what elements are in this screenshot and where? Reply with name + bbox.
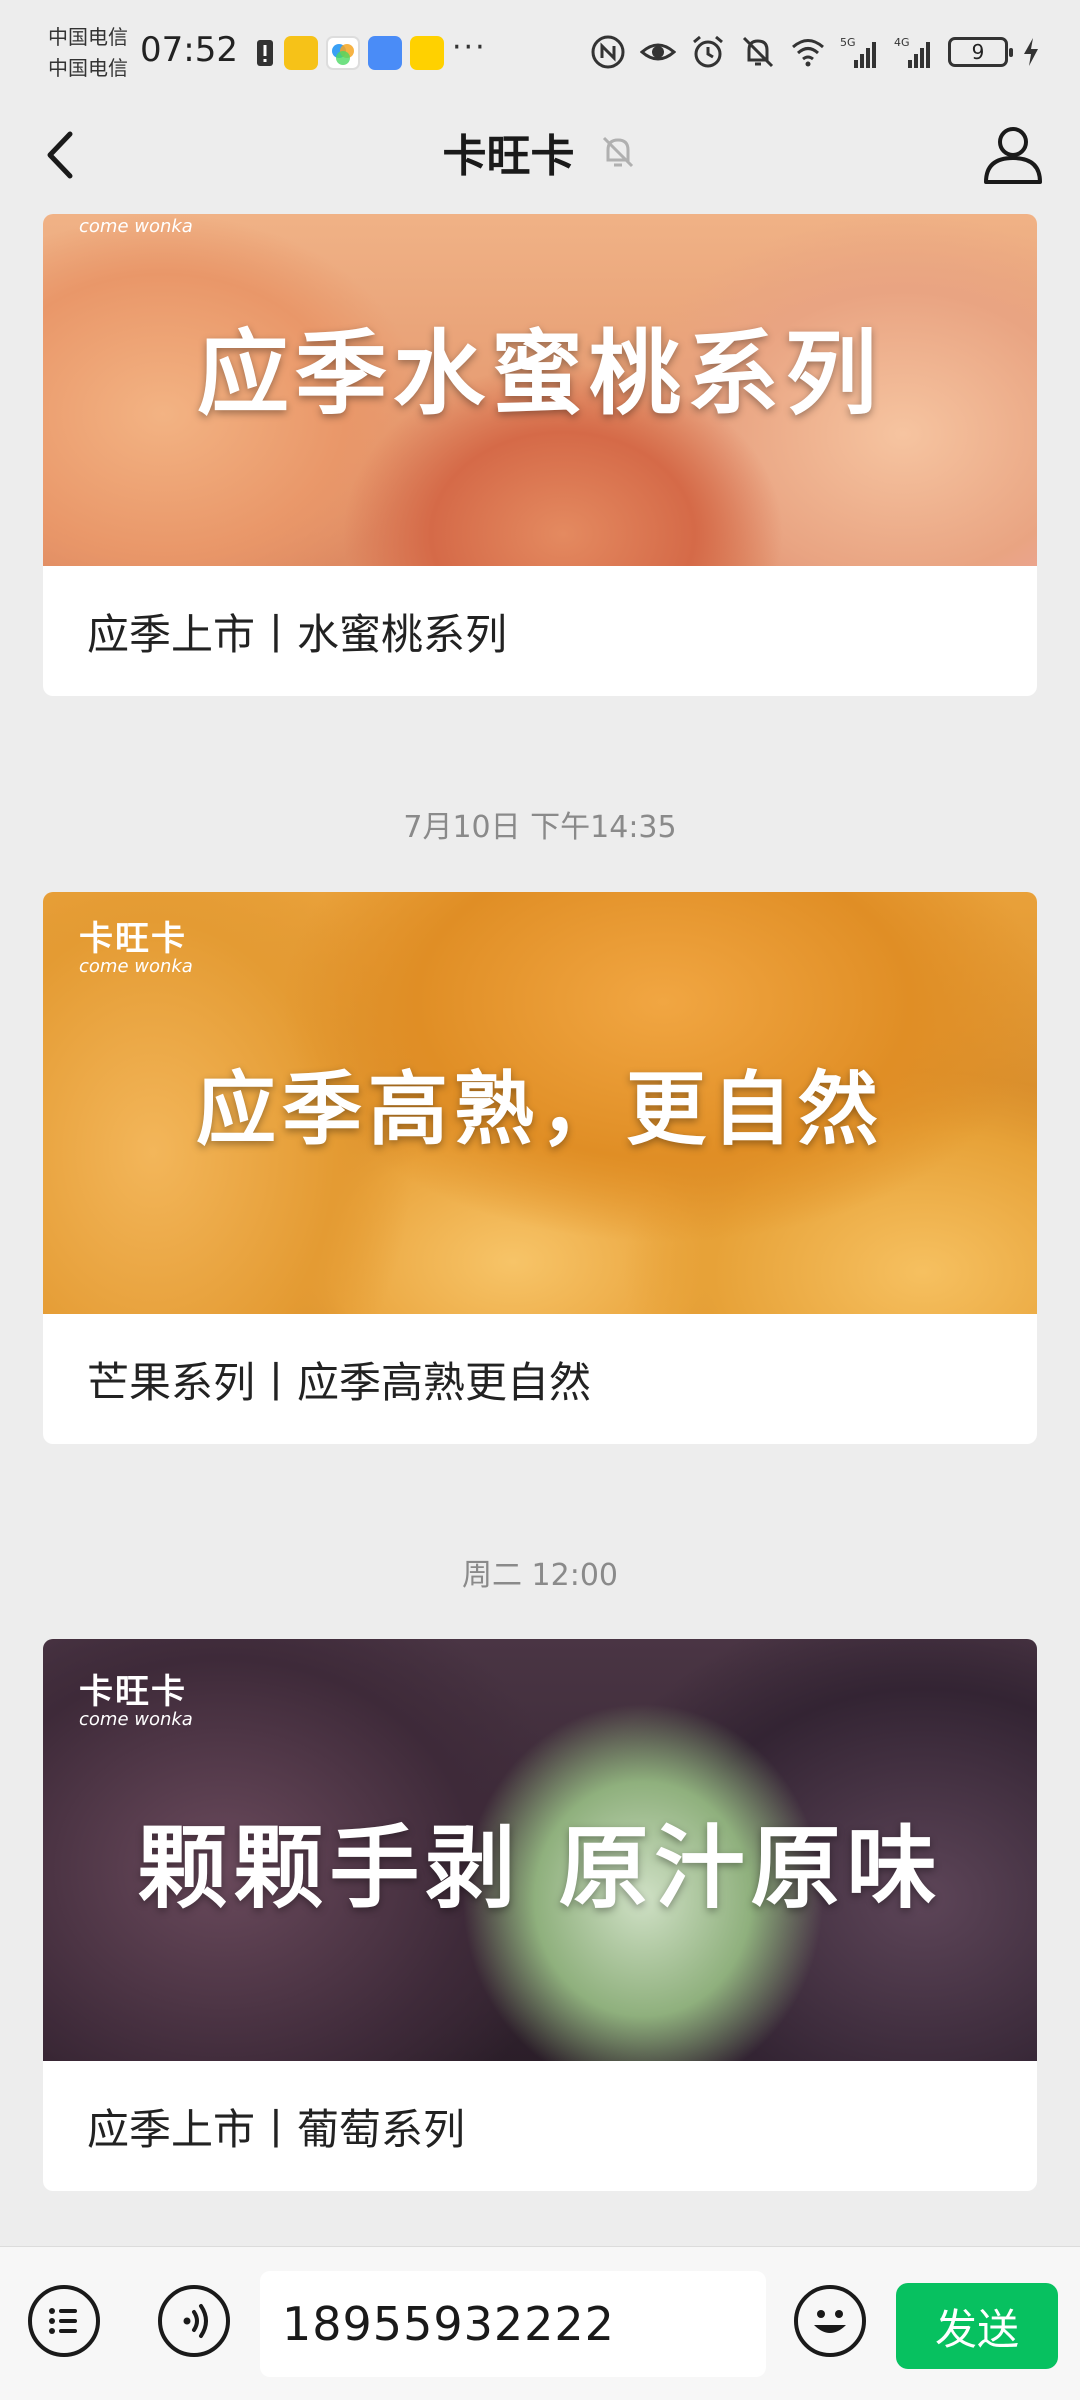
- status-icons: 5G 4G 9: [590, 30, 1040, 74]
- article-image-peach: come wonka 应季水蜜桃系列: [43, 214, 1037, 566]
- svg-text:4G: 4G: [894, 36, 910, 49]
- person-icon: [984, 127, 1042, 184]
- article-image-mango: 卡旺卡 come wonka 应季高熟，更自然: [43, 892, 1037, 1314]
- voice-icon: [183, 2304, 208, 2338]
- app-photos-icon: [326, 36, 360, 70]
- input-bar: 18955932222 发送: [0, 2246, 1080, 2400]
- title-area: 卡旺卡: [0, 120, 1080, 184]
- alert-icon: [257, 40, 273, 66]
- status-bar: 中国电信 中国电信 07:52 ··· 5G 4G 9: [0, 0, 1080, 100]
- message-timestamp: 周二 12:00: [462, 1558, 618, 1593]
- article-card[interactable]: 卡旺卡 come wonka 应季高熟，更自然 芒果系列丨应季高熟更自然: [43, 892, 1037, 1444]
- app-mail-icon: [368, 36, 402, 70]
- list-menu-icon: [49, 2308, 77, 2334]
- signal-5g-icon: 5G: [840, 36, 876, 68]
- article-image-grape: 卡旺卡 come wonka 颗颗手剥 原汁原味: [43, 1639, 1037, 2061]
- charging-icon: [1024, 38, 1038, 66]
- message-timestamp: 7月10日 下午14:35: [403, 810, 677, 845]
- brand-logo: 卡旺卡 come wonka: [79, 919, 193, 977]
- page-title: 卡旺卡: [442, 131, 575, 182]
- brand-logo: come wonka: [79, 216, 193, 237]
- app-taobao-icon: [284, 36, 318, 70]
- svg-text:5G: 5G: [840, 36, 856, 49]
- menu-button[interactable]: [28, 2285, 100, 2357]
- message-input[interactable]: 18955932222: [260, 2271, 766, 2377]
- carrier-1: 中国电信: [48, 25, 128, 49]
- wifi-icon: [792, 39, 824, 67]
- image-headline: 应季高熟，更自然: [196, 1062, 884, 1156]
- image-headline: 颗颗手剥 原汁原味: [137, 1815, 943, 1921]
- article-title: 应季上市丨水蜜桃系列: [87, 609, 508, 659]
- signal-4g-icon: 4G: [894, 36, 930, 68]
- image-headline: 应季水蜜桃系列: [196, 319, 883, 428]
- status-time: 07:52: [140, 30, 238, 70]
- send-button[interactable]: 发送: [896, 2283, 1058, 2369]
- eye-icon: [640, 43, 676, 61]
- brand-logo: 卡旺卡 come wonka: [79, 1672, 193, 1730]
- chat-header: 卡旺卡: [0, 100, 1080, 214]
- emoji-icon: [814, 2310, 846, 2333]
- mute-bell-icon: [742, 36, 774, 68]
- article-card[interactable]: 卡旺卡 come wonka 颗颗手剥 原汁原味 应季上市丨葡萄系列: [43, 1639, 1037, 2191]
- app-meituan-icon: [410, 36, 444, 70]
- article-card[interactable]: come wonka 应季水蜜桃系列 应季上市丨水蜜桃系列: [43, 214, 1037, 696]
- emoji-button[interactable]: [794, 2285, 866, 2357]
- more-notifications: ···: [452, 30, 487, 65]
- alarm-icon: [693, 35, 723, 68]
- carrier-info: 中国电信 中国电信: [48, 22, 128, 84]
- voice-button[interactable]: [158, 2285, 230, 2357]
- bell-off-icon: [602, 136, 633, 168]
- carrier-2: 中国电信: [48, 56, 128, 80]
- nfc-icon: [591, 35, 625, 69]
- battery-indicator: 9: [948, 37, 1013, 67]
- article-title: 应季上市丨葡萄系列: [87, 2104, 466, 2154]
- profile-button[interactable]: [978, 118, 1048, 190]
- article-title: 芒果系列丨应季高熟更自然: [87, 1357, 592, 1407]
